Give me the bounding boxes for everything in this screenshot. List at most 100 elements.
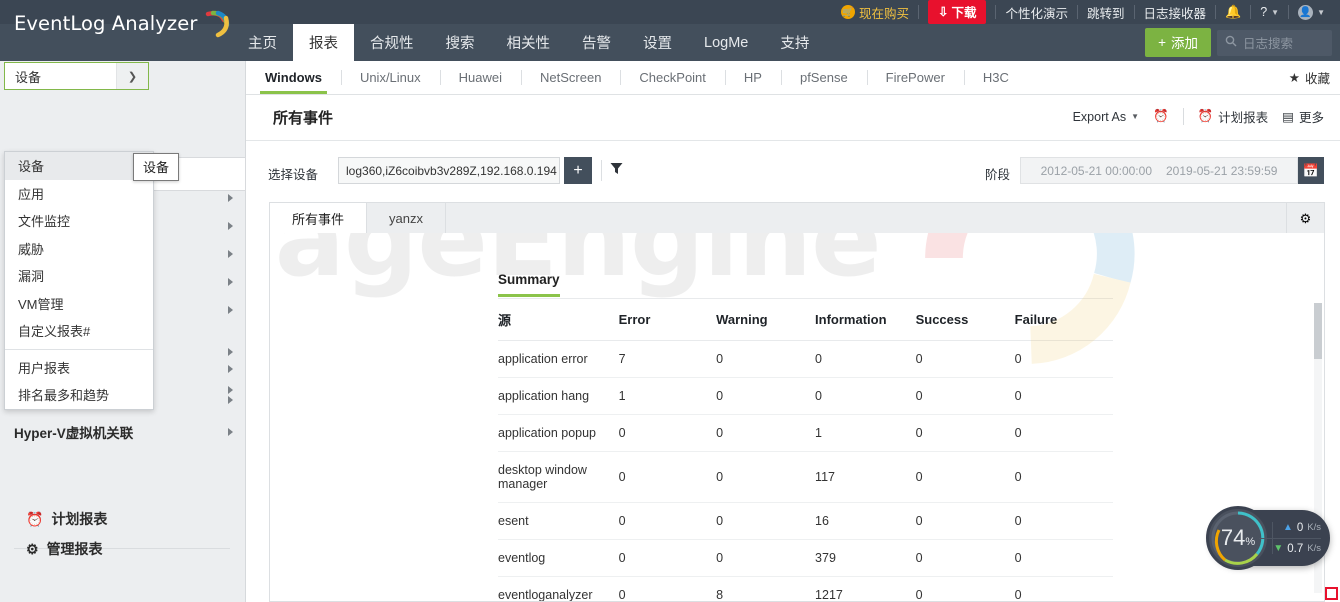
content-tab-all-events[interactable]: 所有事件 [270, 203, 368, 234]
add-device-button[interactable]: + [564, 157, 592, 184]
nav-tab-compliance[interactable]: 合规性 [354, 24, 430, 61]
more-icon: ▤ [1282, 110, 1294, 124]
column-header-information[interactable]: Information [815, 298, 916, 341]
device-tab-huawei[interactable]: Huawei [439, 61, 521, 94]
notifications-button[interactable]: 🔔 [1216, 0, 1250, 24]
cell-success: 0 [915, 414, 1015, 452]
dropdown-item-user-reports[interactable]: 用户报表 [5, 354, 153, 382]
column-header-warning[interactable]: Warning [716, 298, 816, 341]
cell-warning: 8 [716, 576, 816, 601]
scheduled-report-label: 计划报表 [1218, 111, 1269, 125]
table-row[interactable]: application hang 1 0 0 0 0 [498, 377, 1113, 415]
device-select-input[interactable]: log360,iZ6coibvb3v289Z,192.168.0.194 [338, 157, 560, 184]
column-header-source[interactable]: 源 [498, 298, 619, 341]
device-tab-windows[interactable]: Windows [246, 61, 341, 94]
dropdown-item-devices[interactable]: 设备 [5, 152, 153, 180]
filter-icon[interactable] [610, 162, 623, 178]
nav-tab-list: 主页 报表 合规性 搜索 相关性 告警 设置 LogMe 支持 [232, 24, 825, 61]
panel-scrollbar-thumb[interactable] [1314, 303, 1322, 359]
buy-now-label: 现在购买 [858, 6, 909, 21]
page-toolbar: Export As ▼ ⏰ ⏰ 计划报表 ▤ 更多 [1073, 107, 1324, 126]
upload-unit: K/s [1307, 522, 1321, 533]
manageengine-swirl-icon [200, 8, 230, 38]
nav-tab-support[interactable]: 支持 [764, 24, 825, 61]
column-header-error[interactable]: Error [618, 298, 717, 341]
report-category-select[interactable]: 设备 ❯ [4, 62, 149, 90]
device-tab-firepower[interactable]: FirePower [866, 61, 964, 94]
dropdown-item-threats[interactable]: 威胁 [5, 235, 153, 263]
export-as-button[interactable]: Export As ▼ [1073, 110, 1139, 124]
clock-icon: ⏰ [1197, 109, 1214, 123]
more-button[interactable]: ▤ 更多 [1282, 107, 1324, 126]
page-title: 所有事件 [273, 110, 334, 127]
report-category-value: 设备 [15, 69, 42, 85]
report-history-button[interactable]: ⏰ [1153, 109, 1169, 124]
sidebar: 设备 ❯ 设备 应用 文件监控 威胁 漏洞 VM管理 自定义报表# 用户报表 排… [0, 61, 246, 602]
device-tab-hp[interactable]: HP [724, 61, 781, 94]
download-button-wrap[interactable]: ⇩ 下载 [919, 0, 996, 24]
content-tab-yanzx[interactable]: yanzx [367, 203, 446, 234]
brand-logo[interactable]: EventLog Analyzer [14, 8, 230, 38]
cell-warning: 0 [716, 502, 816, 540]
table-row[interactable]: eventloganalyzer 0 8 1217 0 0 [498, 576, 1113, 601]
nav-tab-logme[interactable]: LogMe [688, 24, 764, 61]
help-menu[interactable]: ? ▼ [1251, 0, 1288, 24]
arrow-down-icon: ▼ [1273, 543, 1284, 554]
sidebar-link-label: 计划报表 [51, 511, 108, 527]
nav-tab-settings[interactable]: 设置 [627, 24, 688, 61]
device-tab-netscreen[interactable]: NetScreen [521, 61, 620, 94]
device-tab-pfsense[interactable]: pfSense [780, 61, 867, 94]
dropdown-item-file-monitoring[interactable]: 文件监控 [5, 207, 153, 235]
table-row[interactable]: desktop window manager 0 0 117 0 0 [498, 451, 1113, 503]
sidebar-item-label: Hyper-V虚拟机关联 [14, 426, 134, 441]
download-button[interactable]: ⇩ 下载 [927, 0, 987, 24]
cell-success: 0 [915, 576, 1015, 601]
favorites-button[interactable]: ★ 收藏 [1289, 68, 1330, 87]
add-button[interactable]: + 添加 [1145, 28, 1211, 57]
network-speed-widget[interactable]: 74% ▲ 0 K/s ▼ 0.7 K/s [1206, 506, 1330, 570]
table-row[interactable]: esent 0 0 16 0 0 [498, 502, 1113, 540]
log-receiver-link[interactable]: 日志接收器 [1135, 0, 1216, 24]
device-tab-unix-linux[interactable]: Unix/Linux [340, 61, 440, 94]
column-header-success[interactable]: Success [915, 298, 1015, 341]
personalized-demo-link[interactable]: 个性化演示 [996, 0, 1077, 24]
dropdown-item-applications[interactable]: 应用 [5, 180, 153, 208]
cell-warning: 0 [716, 539, 816, 577]
column-header-failure[interactable]: Failure [1014, 298, 1113, 341]
nav-tab-alerts[interactable]: 告警 [566, 24, 627, 61]
dropdown-item-custom-reports[interactable]: 自定义报表# [5, 317, 153, 345]
date-range-input[interactable]: 2012-05-21 00:00:00 2019-05-21 23:59:59 [1020, 157, 1298, 184]
nav-tab-reports[interactable]: 报表 [293, 24, 354, 61]
sidebar-link-manage-reports[interactable]: ⚙ 管理报表 [26, 539, 103, 559]
log-search-box[interactable]: 日志搜索 [1217, 29, 1332, 56]
device-tab-h3c[interactable]: H3C [963, 61, 1028, 94]
buy-now-link[interactable]: 🛒 现在购买 [832, 0, 918, 24]
calendar-button[interactable]: 📅 [1298, 157, 1324, 184]
log-search-placeholder: 日志搜索 [1243, 37, 1294, 51]
sidebar-link-scheduled-reports[interactable]: ⏰ 计划报表 [26, 509, 107, 529]
scheduled-report-button[interactable]: ⏰ 计划报表 [1198, 107, 1269, 126]
cell-information: 1 [815, 414, 916, 452]
download-value: 0.7 [1287, 542, 1304, 555]
sidebar-item-hyperv[interactable]: Hyper-V虚拟机关联 [0, 417, 246, 447]
corner-marker [1325, 587, 1338, 600]
jump-to-link[interactable]: 跳转到 [1078, 0, 1134, 24]
dropdown-item-top-and-trends[interactable]: 排名最多和趋势 [5, 381, 153, 409]
cell-success: 0 [915, 502, 1015, 540]
cart-icon: 🛒 [840, 5, 855, 19]
search-icon [1225, 35, 1237, 50]
dropdown-item-vm-management[interactable]: VM管理 [5, 290, 153, 318]
content-settings-gear-icon[interactable]: ⚙ [1286, 203, 1324, 234]
arrow-up-icon: ▲ [1282, 522, 1293, 533]
download-unit: K/s [1307, 543, 1321, 554]
chevron-right-icon [228, 306, 233, 314]
table-row[interactable]: eventlog 0 0 379 0 0 [498, 539, 1113, 577]
device-tab-checkpoint[interactable]: CheckPoint [620, 61, 724, 94]
dropdown-item-vulnerabilities[interactable]: 漏洞 [5, 262, 153, 290]
nav-tab-search[interactable]: 搜索 [430, 24, 491, 61]
nav-tab-correlation[interactable]: 相关性 [491, 24, 567, 61]
table-row[interactable]: application error 7 0 0 0 0 [498, 340, 1113, 378]
table-row[interactable]: application popup 0 0 1 0 0 [498, 414, 1113, 452]
user-menu[interactable]: 👤 ▼ [1289, 0, 1334, 24]
nav-tab-home[interactable]: 主页 [232, 24, 293, 61]
